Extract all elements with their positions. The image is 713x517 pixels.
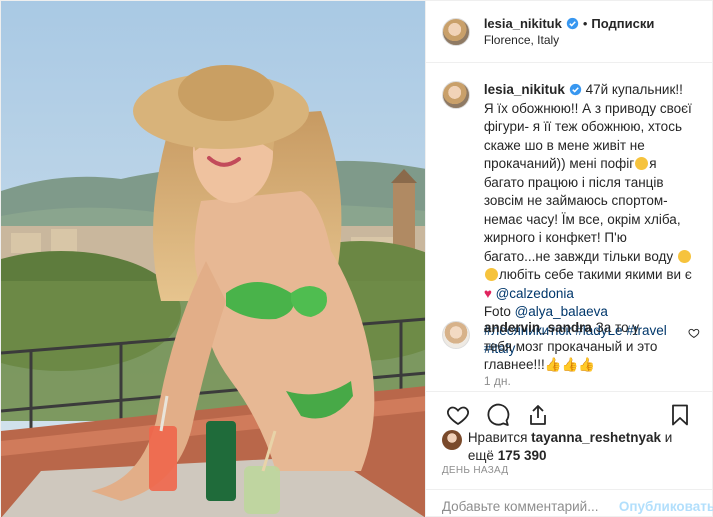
post-photo[interactable] bbox=[1, 1, 425, 517]
following-button[interactable]: Подписки bbox=[591, 15, 654, 32]
comment-input[interactable] bbox=[441, 499, 619, 514]
separator-dot: • bbox=[582, 15, 588, 31]
thumbs-up-emoji-icon: 👍👍👍 bbox=[544, 357, 596, 372]
comment-icon bbox=[487, 403, 510, 426]
comment-item: andervin_sandra За то у тебя мозг прокач… bbox=[441, 319, 700, 375]
verified-badge-icon bbox=[569, 83, 582, 96]
tongue-emoji-icon bbox=[677, 249, 691, 263]
likes-count[interactable]: 175 390 bbox=[498, 448, 547, 463]
foto-label: Foto bbox=[483, 304, 511, 319]
author-avatar[interactable] bbox=[441, 17, 470, 46]
verified-badge-icon bbox=[566, 17, 579, 29]
location-link[interactable]: Florence, Italy bbox=[484, 32, 655, 49]
caption-body-3: любіть себе такими якими ви є bbox=[498, 267, 692, 282]
author-username[interactable]: lesia_nikituk bbox=[484, 15, 562, 32]
post-actions bbox=[425, 391, 712, 432]
laughing-emoji-icon bbox=[484, 268, 498, 281]
likes-text: Нравится tayanna_reshetnyak и ещё 175 39… bbox=[468, 429, 672, 465]
post-date[interactable]: ДЕНЬ НАЗАД bbox=[442, 465, 509, 476]
caption-author-avatar[interactable] bbox=[441, 81, 470, 109]
mention-photographer[interactable]: @alya_balaeva bbox=[515, 304, 608, 319]
share-button[interactable] bbox=[518, 398, 558, 432]
grinning-emoji-icon bbox=[635, 157, 649, 170]
post-photo-illustration bbox=[1, 1, 425, 517]
mention-calzedonia[interactable]: @calzedonia bbox=[496, 286, 574, 301]
commenter-avatar[interactable] bbox=[441, 321, 470, 349]
likes-joiner: и bbox=[664, 430, 673, 445]
liker-username[interactable]: tayanna_reshetnyak bbox=[531, 430, 661, 445]
commenter-username[interactable]: andervin_sandra bbox=[484, 320, 592, 335]
author-row: lesia_nikituk • Подписки bbox=[484, 15, 655, 32]
likes-prefix: Нравится bbox=[467, 430, 528, 445]
share-icon bbox=[529, 405, 546, 425]
instagram-post: lesia_nikituk • Подписки Florence, Italy… bbox=[0, 0, 713, 517]
post-header: lesia_nikituk • Подписки Florence, Italy bbox=[425, 1, 712, 63]
red-heart-icon: ♥ bbox=[483, 285, 492, 301]
comment-like-heart-icon[interactable] bbox=[688, 327, 700, 339]
post-header-info: lesia_nikituk • Подписки Florence, Italy bbox=[484, 15, 655, 49]
publish-button[interactable]: Опубликовать bbox=[619, 499, 713, 514]
add-comment-bar: Опубликовать bbox=[425, 489, 713, 517]
bookmark-icon bbox=[672, 404, 688, 426]
comment-text: andervin_sandra За то у тебя мозг прокач… bbox=[484, 319, 670, 375]
liker-avatar[interactable] bbox=[441, 430, 462, 450]
caption-username[interactable]: lesia_nikituk bbox=[484, 82, 565, 97]
likes-summary: Нравится tayanna_reshetnyak и ещё 175 39… bbox=[441, 429, 700, 465]
heart-icon bbox=[446, 406, 469, 426]
like-button[interactable] bbox=[438, 398, 478, 432]
comment-button[interactable] bbox=[478, 398, 518, 432]
caption-body-2: я багато працюю і після танців зовсім не… bbox=[483, 156, 681, 264]
likes-more-prefix: ещё bbox=[467, 448, 494, 463]
post-sidebar: lesia_nikituk • Подписки Florence, Italy… bbox=[424, 1, 713, 517]
save-button[interactable] bbox=[660, 398, 700, 432]
